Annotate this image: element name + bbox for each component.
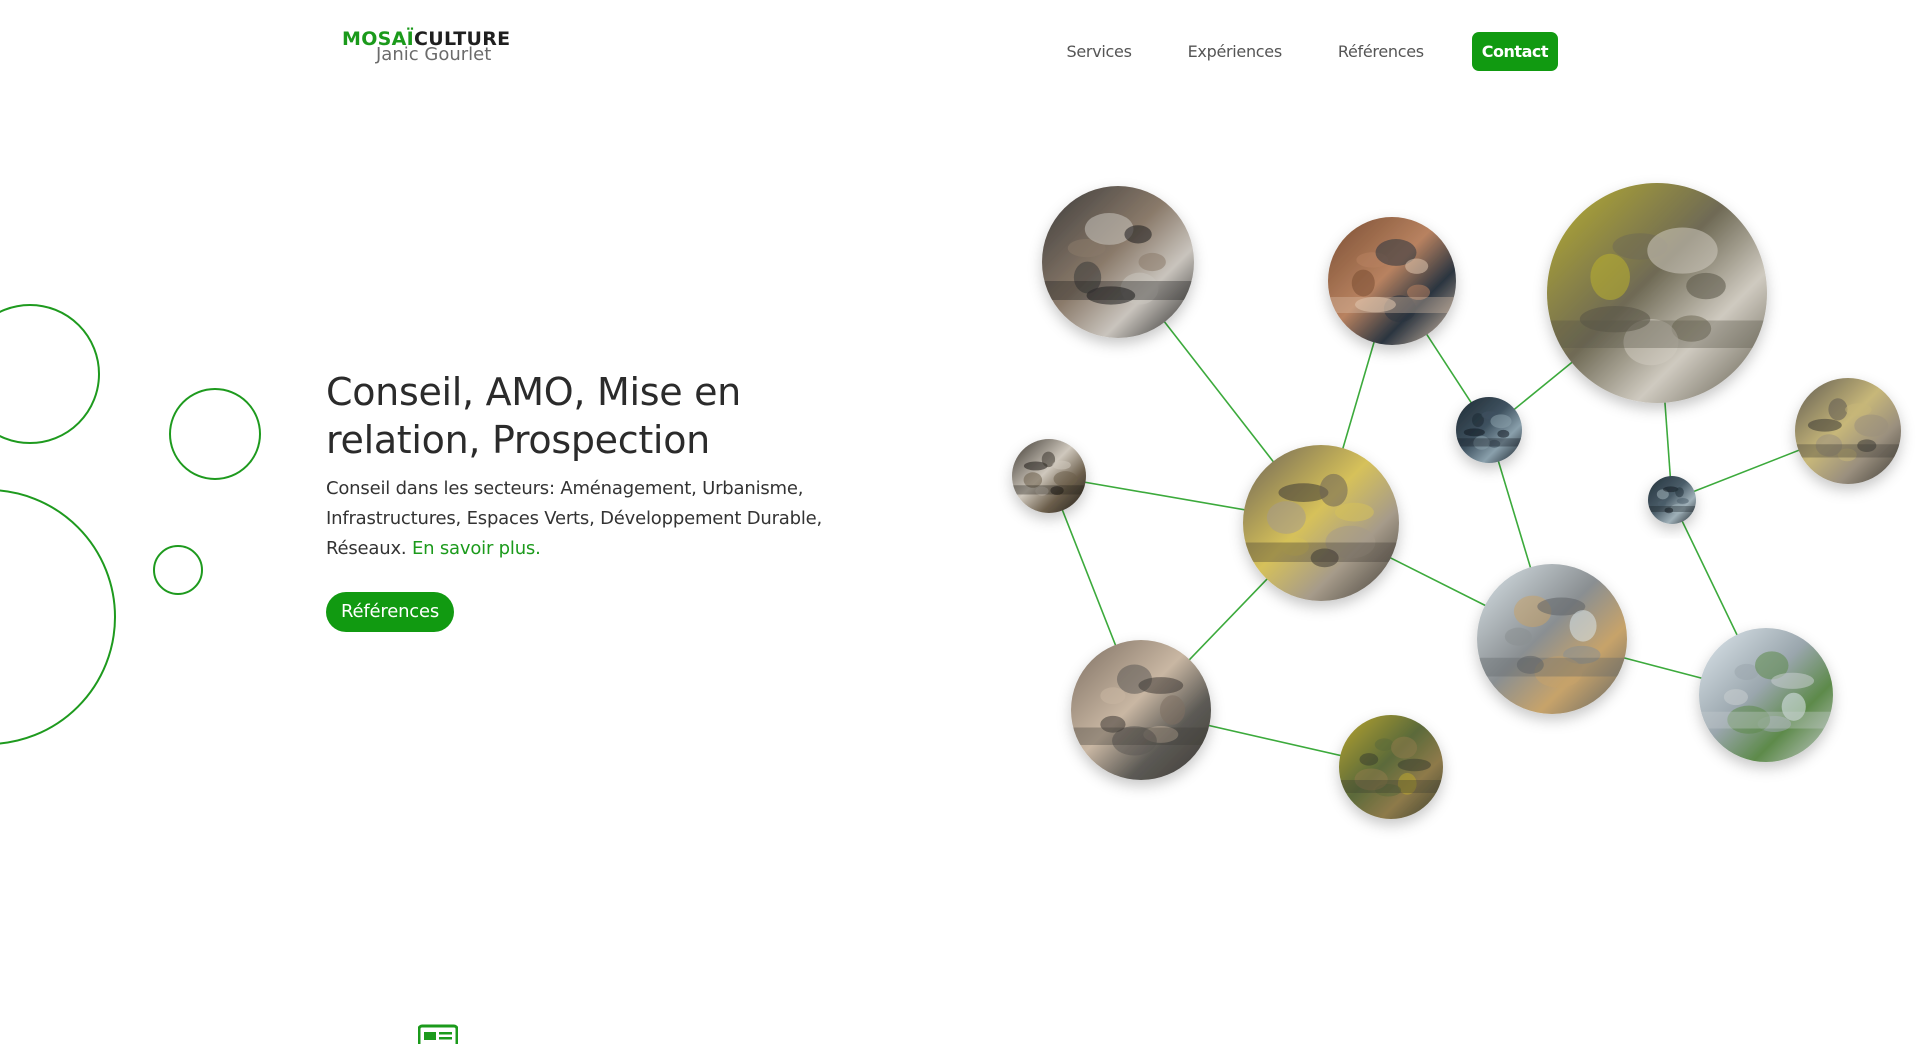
- construction-crane-photo: [1477, 564, 1627, 714]
- business-meeting-photo: [1042, 186, 1194, 338]
- flowers-photo: [1012, 439, 1086, 513]
- photo-network: [1012, 183, 1901, 819]
- autumn-forest-aerial-photo: [1339, 715, 1443, 819]
- references-button[interactable]: Références: [326, 592, 455, 632]
- highway-aerial-photo: [1243, 445, 1399, 601]
- decorative-circle: [0, 304, 100, 444]
- hero-section: Conseil, AMO, Mise en relation, Prospect…: [326, 368, 846, 632]
- contact-button[interactable]: Contact: [1471, 32, 1558, 71]
- construction-site-aerial-photo: [1071, 640, 1211, 780]
- nav-references[interactable]: Références: [1338, 42, 1424, 61]
- newspaper-icon: [418, 1024, 458, 1044]
- nav-experiences[interactable]: Expériences: [1188, 42, 1283, 61]
- team-hands-photo: [1328, 217, 1456, 345]
- page: MOSAÏCULTURE Janic Gourlet Services Expé…: [0, 0, 1920, 1044]
- site-logo[interactable]: MOSAÏCULTURE Janic Gourlet: [342, 30, 510, 64]
- road-aerial-photo: [1795, 378, 1901, 484]
- nav-services[interactable]: Services: [1067, 42, 1132, 61]
- hero-description: Conseil dans les secteurs: Aménagement, …: [326, 474, 846, 564]
- city-dusk-photo: [1648, 476, 1696, 524]
- learn-more-link[interactable]: En savoir plus.: [412, 538, 541, 559]
- park-stairs-photo: [1547, 183, 1767, 403]
- network-nodes: [1012, 183, 1901, 819]
- hero-title: Conseil, AMO, Mise en relation, Prospect…: [326, 370, 741, 462]
- city-night-photo: [1456, 397, 1522, 463]
- decorative-circle: [153, 545, 203, 595]
- hero-description-text: Conseil dans les secteurs: Aménagement, …: [326, 478, 823, 559]
- main-nav: Services Expériences Références Contact: [1011, 32, 1558, 71]
- modern-building-photo: [1699, 628, 1833, 762]
- logo-subtitle: Janic Gourlet: [376, 44, 492, 65]
- decorative-circle: [169, 388, 261, 480]
- decorative-circle: [0, 489, 116, 745]
